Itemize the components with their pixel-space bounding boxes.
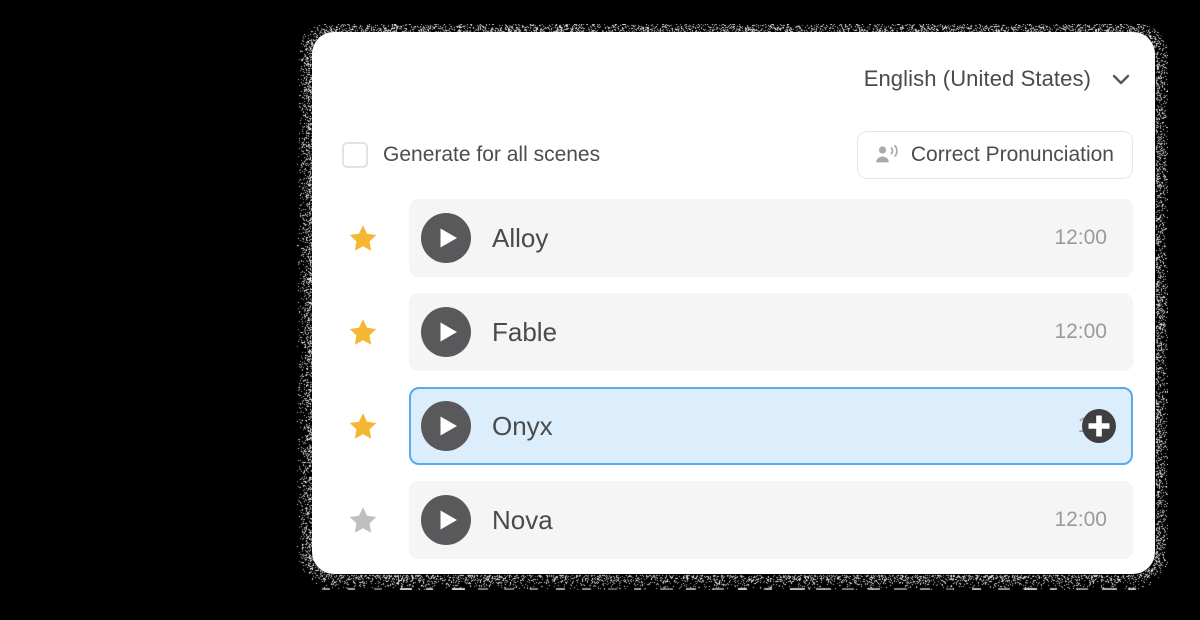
star-icon[interactable] <box>338 315 380 349</box>
voice-row-body[interactable]: Nova 12:00 <box>409 481 1133 559</box>
voice-person-icon <box>874 144 900 166</box>
language-selector-value: English (United States) <box>864 66 1091 92</box>
voice-name: Alloy <box>492 223 548 254</box>
play-icon[interactable] <box>420 212 472 264</box>
voice-list: Alloy 12:00 Fable 12:00 Onyx10: Nova 12:00 <box>338 199 1133 574</box>
play-icon[interactable] <box>420 306 472 358</box>
voice-row: Onyx10: <box>338 387 1133 465</box>
voice-row-body[interactable]: Alloy 12:00 <box>409 199 1133 277</box>
voice-selection-card: English (United States) Generate for all… <box>312 32 1155 574</box>
voice-row: Fable 12:00 <box>338 293 1133 371</box>
star-icon[interactable] <box>338 221 380 255</box>
play-icon[interactable] <box>420 494 472 546</box>
star-icon[interactable] <box>338 409 380 443</box>
star-icon[interactable] <box>338 503 380 537</box>
voice-duration: 12:00 <box>1054 226 1107 250</box>
voice-name: Onyx <box>492 411 553 442</box>
checkbox-box[interactable] <box>342 142 368 168</box>
voice-row-body[interactable]: Onyx10: <box>409 387 1133 465</box>
voice-name: Nova <box>492 505 553 536</box>
generate-all-scenes-label: Generate for all scenes <box>383 143 600 167</box>
voice-row-body[interactable]: Fable 12:00 <box>409 293 1133 371</box>
voice-row: Nova 12:00 <box>338 481 1133 559</box>
voice-name: Fable <box>492 317 557 348</box>
generate-all-scenes-checkbox[interactable]: Generate for all scenes <box>342 142 600 168</box>
play-icon[interactable] <box>420 400 472 452</box>
language-selector[interactable]: English (United States) <box>864 66 1133 92</box>
chevron-down-icon <box>1109 67 1133 91</box>
voice-row: Alloy 12:00 <box>338 199 1133 277</box>
correct-pronunciation-label: Correct Pronunciation <box>911 143 1114 167</box>
voice-duration: 12:00 <box>1054 508 1107 532</box>
voice-duration: 12:00 <box>1054 320 1107 344</box>
correct-pronunciation-button[interactable]: Correct Pronunciation <box>857 131 1133 179</box>
options-row: Generate for all scenes Correct Pronunci… <box>342 131 1133 179</box>
